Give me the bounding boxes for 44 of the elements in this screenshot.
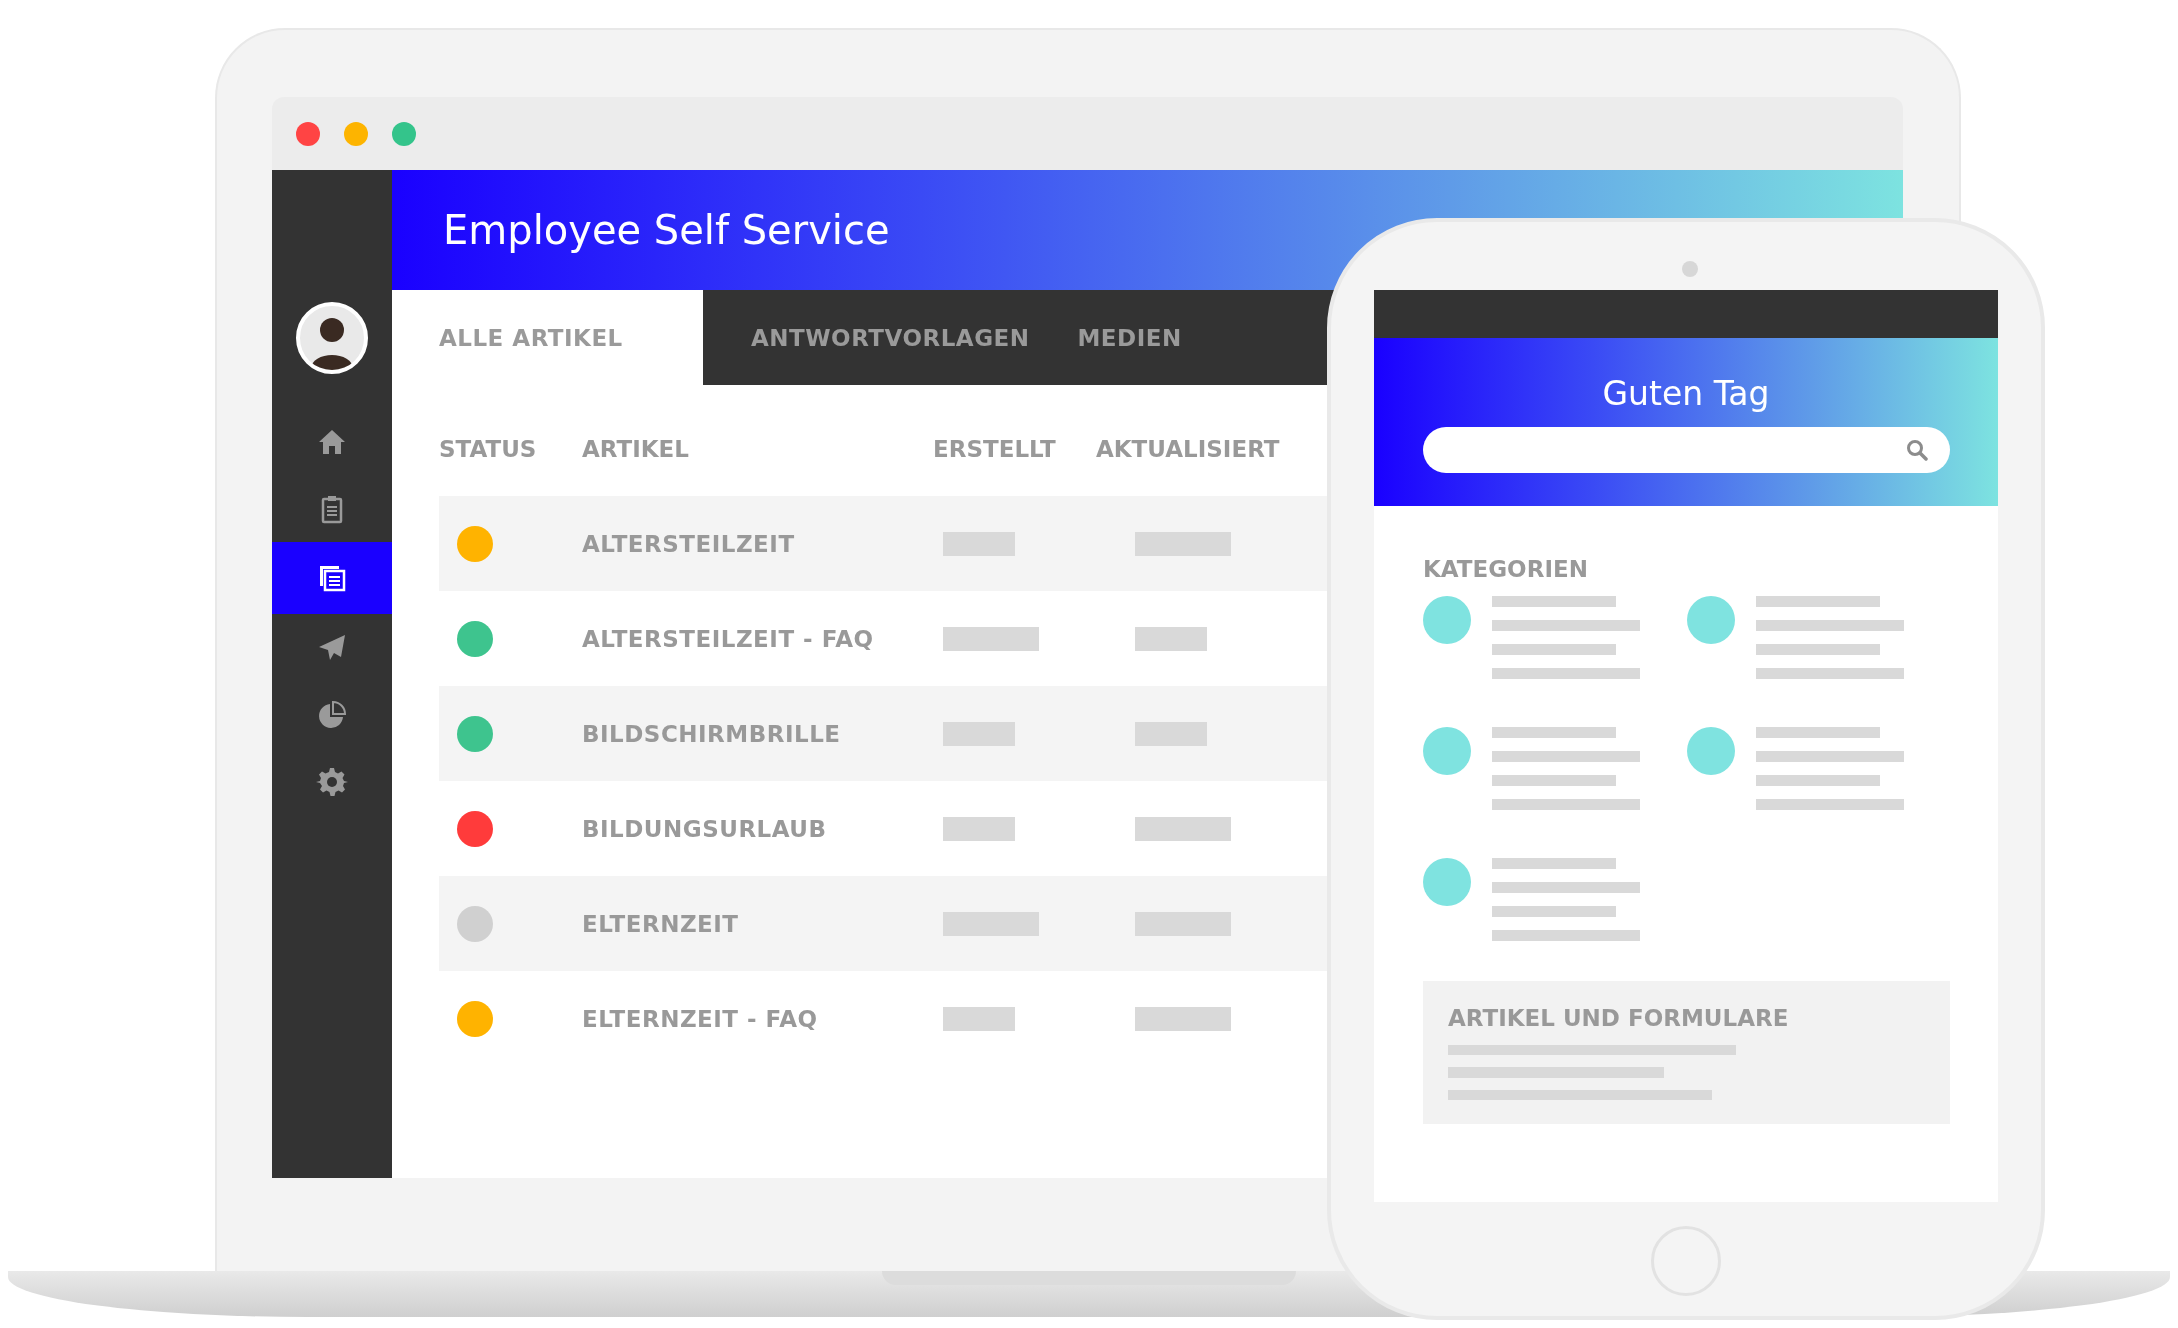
category-icon[interactable] — [1423, 596, 1471, 644]
articles-card[interactable]: ARTIKEL UND FORMULARE — [1423, 981, 1950, 1124]
tab[interactable]: ANTWORTVORLAGEN — [727, 290, 1054, 385]
date-placeholder — [943, 721, 1015, 746]
tab[interactable]: ALLE ARTIKEL — [392, 290, 703, 385]
article-title: BILDSCHIRMBRILLE — [582, 720, 842, 747]
section-title: KATEGORIEN — [1423, 556, 1589, 582]
category-icon[interactable] — [1687, 727, 1735, 775]
column-header[interactable]: STATUS — [439, 435, 582, 462]
article-title: ELTERNZEIT - FAQ — [582, 1005, 819, 1032]
pie-chart-icon — [316, 698, 348, 731]
article-title: ALTERSTEILZEIT - FAQ — [582, 625, 875, 652]
search-field[interactable] — [1422, 427, 1950, 473]
table-row[interactable]: BILDUNGSURLAUB — [439, 781, 1327, 876]
date-placeholder — [943, 816, 1015, 841]
card-title: ARTIKEL UND FORMULARE — [1448, 1005, 1790, 1031]
table-row[interactable]: ALTERSTEILZEIT — [439, 496, 1327, 591]
maximize-button[interactable] — [392, 121, 416, 146]
column-header[interactable]: ARTIKEL — [582, 435, 933, 462]
date-placeholder — [943, 1006, 1015, 1031]
column-header[interactable]: AKTUALISIERT — [1096, 435, 1327, 462]
column-header[interactable]: ERSTELLT — [933, 435, 1096, 462]
date-placeholder — [1135, 721, 1207, 746]
table-row[interactable]: BILDSCHIRMBRILLE — [439, 686, 1327, 781]
category-icon[interactable] — [1423, 727, 1471, 775]
category-icon[interactable] — [1423, 858, 1471, 906]
close-button[interactable] — [296, 121, 320, 146]
search-icon — [1905, 439, 1928, 461]
date-placeholder — [943, 531, 1015, 556]
article-title: ELTERNZEIT — [582, 910, 740, 937]
date-placeholder — [1135, 626, 1207, 651]
category-icon[interactable] — [1687, 596, 1735, 644]
settings-icon — [316, 765, 348, 798]
greeting: Guten Tag — [1602, 374, 1770, 413]
table-row[interactable]: ELTERNZEIT - FAQ — [439, 971, 1327, 1066]
table-row[interactable]: ALTERSTEILZEIT - FAQ — [439, 591, 1327, 686]
table-row[interactable]: ELTERNZEIT — [439, 876, 1327, 971]
tab[interactable]: MEDIEN — [1053, 290, 1206, 385]
sidebar-item[interactable] — [272, 542, 392, 614]
article-title: BILDUNGSURLAUB — [582, 815, 828, 842]
article-title: ALTERSTEILZEIT — [582, 530, 796, 557]
app-title: Employee Self Service — [443, 207, 890, 253]
camera-icon — [1682, 261, 1698, 277]
minimize-button[interactable] — [344, 121, 368, 146]
